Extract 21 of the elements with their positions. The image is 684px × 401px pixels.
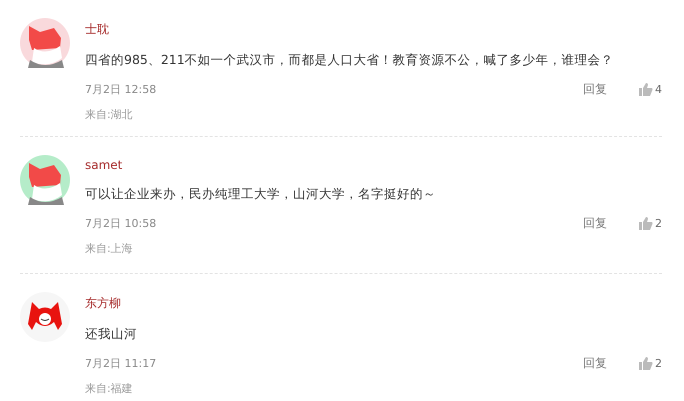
user-name[interactable]: 东方柳 (85, 295, 121, 312)
comment-text: 四省的985、211不如一个武汉市，而都是人口大省！教育资源不公，喊了多少年，谁理会？ (85, 52, 615, 69)
reply-link[interactable]: 回复 (583, 81, 607, 98)
comment-text: 可以让企业来办，民办纯理工大学，山河大学，名字挺好的～ (85, 186, 437, 203)
comment-text: 还我山河 (85, 326, 138, 343)
user-name[interactable]: samet (85, 158, 122, 172)
reply-link[interactable]: 回复 (583, 215, 607, 232)
thumbs-up-icon[interactable] (639, 357, 653, 370)
location-text: 来自:上海 (85, 241, 133, 256)
location-text: 来自:湖北 (85, 107, 133, 122)
like-count: 2 (655, 357, 662, 370)
thumbs-up-icon[interactable] (639, 217, 653, 230)
like-count: 4 (655, 83, 662, 96)
like-count: 2 (655, 217, 662, 230)
thumbs-up-icon[interactable] (639, 83, 653, 96)
user-name[interactable]: 士耽 (85, 21, 109, 38)
reply-link[interactable]: 回复 (583, 355, 607, 372)
location-text: 来自:福建 (85, 381, 133, 396)
comment-time: 7月2日 12:58 (85, 82, 158, 97)
comment-time: 7月2日 11:17 (85, 356, 158, 371)
comment-time: 7月2日 10:58 (85, 216, 158, 231)
